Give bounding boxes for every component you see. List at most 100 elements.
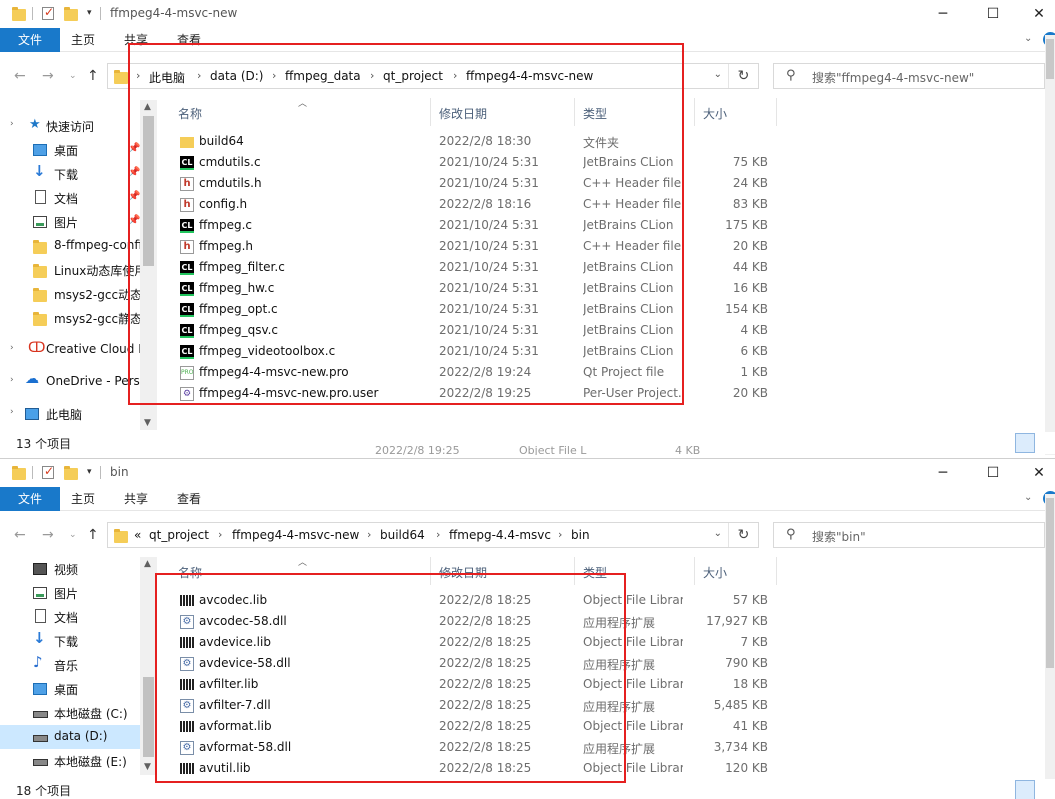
this-pc-icon — [25, 408, 39, 420]
nav-drive-d[interactable]: data (D:) — [0, 725, 140, 749]
document-icon — [35, 609, 46, 623]
details-view-button[interactable] — [1015, 433, 1035, 453]
nav-desktop[interactable]: 桌面 — [0, 677, 140, 701]
nav-this-pc[interactable]: › 此电脑 — [0, 402, 140, 426]
nav-creative-cloud[interactable]: › ↀ Creative Cloud F — [0, 338, 140, 362]
right-scrollbar[interactable] — [1045, 494, 1055, 794]
tab-share[interactable]: 共享 — [124, 487, 148, 511]
forward-button[interactable]: → — [42, 68, 54, 84]
nav-pictures[interactable]: 图片 📌 — [0, 210, 140, 234]
scroll-up-icon[interactable]: ▲ — [144, 559, 151, 569]
customize-quick-access-icon[interactable]: ▾ — [87, 467, 92, 477]
scroll-down-icon[interactable]: ▼ — [144, 762, 151, 772]
customize-quick-access-icon[interactable]: ▾ — [87, 8, 92, 18]
search-icon: ⚲ — [786, 68, 796, 83]
nav-pictures[interactable]: 图片 — [0, 581, 140, 605]
breadcrumb-qt-project[interactable]: qt_project — [149, 528, 209, 542]
folder-icon — [12, 466, 26, 480]
file-size: 20 KB — [732, 386, 768, 400]
nav-documents[interactable]: 文档 📌 — [0, 186, 140, 210]
file-size: 83 KB — [732, 197, 768, 211]
breadcrumb-ffmepg-4-4-msvc[interactable]: ffmepg-4.4-msvc — [449, 528, 551, 542]
tab-home[interactable]: 主页 — [71, 487, 95, 511]
nav-quick-access[interactable]: › ★ 快速访问 — [0, 114, 140, 138]
close-button[interactable]: ✕ — [1016, 459, 1055, 487]
file-size: 790 KB — [725, 656, 768, 670]
nav-downloads[interactable]: ↓ 下载 📌 — [0, 162, 140, 186]
minimize-button[interactable]: ─ — [920, 0, 966, 28]
nav-documents[interactable]: 文档 — [0, 605, 140, 629]
expand-icon[interactable]: › — [10, 407, 14, 417]
properties-icon[interactable] — [42, 464, 54, 479]
search-icon: ⚲ — [786, 527, 796, 542]
expand-icon[interactable]: › — [10, 343, 14, 353]
breadcrumb-ffmpeg4-4-msvc-new[interactable]: ffmpeg4-4-msvc-new — [232, 528, 359, 542]
chevron-down-icon[interactable]: ⌄ — [714, 528, 722, 539]
search-box[interactable]: ⚲ 搜索"ffmpeg4-4-msvc-new" — [773, 63, 1045, 89]
right-scrollbar[interactable] — [1045, 35, 1055, 455]
large-icons-view-button[interactable] — [1037, 780, 1055, 799]
expand-ribbon-icon[interactable]: ⌄ — [1024, 33, 1032, 44]
nav-folder-linux[interactable]: Linux动态库使用 — [0, 258, 140, 282]
breadcrumb-build64[interactable]: build64 — [380, 528, 425, 542]
file-size: 6 KB — [740, 344, 768, 358]
tab-home[interactable]: 主页 — [71, 28, 95, 52]
tab-file[interactable]: 文件 — [0, 487, 60, 511]
back-button[interactable]: ← — [14, 68, 26, 84]
nav-folder-msys2-dyn[interactable]: msys2-gcc动态 — [0, 282, 140, 306]
scroll-down-icon[interactable]: ▼ — [144, 418, 151, 428]
expand-icon[interactable]: › — [10, 375, 14, 385]
details-view-button[interactable] — [1015, 780, 1035, 799]
address-bar[interactable]: « qt_project › ffmpeg4-4-msvc-new › buil… — [107, 522, 759, 548]
file-size: 44 KB — [732, 260, 768, 274]
close-button[interactable]: ✕ — [1016, 0, 1055, 28]
tab-view[interactable]: 查看 — [177, 487, 201, 511]
file-size: 17,927 KB — [706, 614, 768, 628]
column-size[interactable]: 大小 — [703, 564, 727, 581]
explorer-window-ffmpeg4-4-msvc-new: ▾ ffmpeg4-4-msvc-new ─ ☐ ✕ 文件 主页 共享 查看 ⌄… — [0, 0, 1055, 455]
nav-folder-8-ffmpeg[interactable]: 8-ffmpeg-confi — [0, 234, 140, 258]
new-folder-icon[interactable] — [64, 466, 78, 480]
scroll-thumb[interactable] — [143, 677, 154, 757]
recent-locations-icon[interactable]: ⌄ — [69, 71, 77, 81]
title-bar: ▾ ffmpeg4-4-msvc-new ─ ☐ ✕ — [0, 0, 1055, 28]
breadcrumb-overflow[interactable]: « — [134, 528, 141, 542]
nav-folder-msys2-static[interactable]: msys2-gcc静态 — [0, 306, 140, 330]
breadcrumb-bin[interactable]: bin — [571, 528, 590, 542]
up-button[interactable]: ↑ — [87, 527, 99, 543]
properties-icon[interactable] — [42, 5, 54, 20]
up-button[interactable]: ↑ — [87, 68, 99, 84]
recent-locations-icon[interactable]: ⌄ — [69, 530, 77, 540]
expand-ribbon-icon[interactable]: ⌄ — [1024, 492, 1032, 503]
search-box[interactable]: ⚲ 搜索"bin" — [773, 522, 1045, 548]
maximize-button[interactable]: ☐ — [970, 0, 1016, 28]
refresh-icon[interactable]: ↻ — [728, 64, 758, 88]
nav-drive-e[interactable]: 本地磁盘 (E:) — [0, 749, 140, 773]
nav-desktop[interactable]: 桌面 📌 — [0, 138, 140, 162]
file-size: 41 KB — [732, 719, 768, 733]
column-size[interactable]: 大小 — [703, 105, 727, 122]
chevron-down-icon[interactable]: ⌄ — [714, 69, 722, 80]
videos-icon — [33, 563, 47, 575]
new-folder-icon[interactable] — [64, 7, 78, 21]
nav-drive-c[interactable]: 本地磁盘 (C:) — [0, 701, 140, 725]
search-placeholder: 搜索"ffmpeg4-4-msvc-new" — [812, 71, 975, 85]
star-icon: ★ — [29, 117, 41, 132]
file-size: 57 KB — [732, 593, 768, 607]
minimize-button[interactable]: ─ — [920, 459, 966, 487]
nav-videos[interactable]: 视频 — [0, 557, 140, 581]
forward-button[interactable]: → — [42, 527, 54, 543]
nav-music[interactable]: ♪ 音乐 — [0, 653, 140, 677]
maximize-button[interactable]: ☐ — [970, 459, 1016, 487]
nav-downloads[interactable]: ↓ 下载 — [0, 629, 140, 653]
large-icons-view-button[interactable] — [1037, 433, 1055, 453]
back-button[interactable]: ← — [14, 527, 26, 543]
download-icon: ↓ — [33, 629, 46, 647]
refresh-icon[interactable]: ↻ — [728, 523, 758, 547]
nav-onedrive[interactable]: › ☁ OneDrive - Perso — [0, 370, 140, 394]
tab-file[interactable]: 文件 — [0, 28, 60, 52]
expand-icon[interactable]: › — [10, 119, 14, 129]
item-count: 18 个项目 — [16, 784, 72, 798]
item-count: 13 个项目 — [16, 437, 72, 451]
file-size: 7 KB — [740, 635, 768, 649]
